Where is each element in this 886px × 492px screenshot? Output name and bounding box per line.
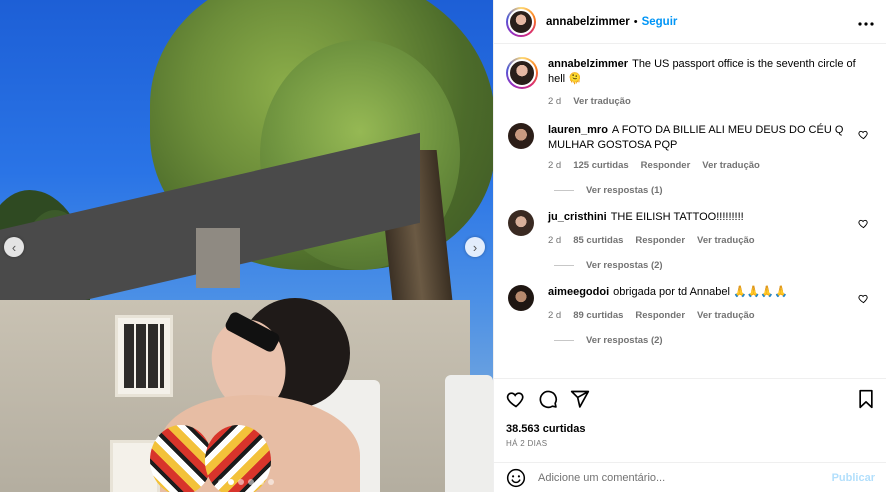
reply-button[interactable]: Responder [641,160,691,171]
carousel-indicator [218,479,274,485]
chevron-left-icon: ‹ [11,239,17,255]
caption-username[interactable]: annabelzimmer [548,58,628,70]
comment-username[interactable]: ju_cristhini [548,211,607,223]
publish-button[interactable]: Publicar [832,472,875,484]
comment-username[interactable]: aimeegodoi [548,286,609,298]
caption-avatar[interactable] [506,57,538,89]
replies-divider [554,265,574,266]
comment-text-block: aimeegodoi obrigada por td Annabel 🙏🙏🙏🙏 [548,285,858,300]
translate-button[interactable]: Ver tradução [702,160,760,171]
carousel-dot [238,479,244,485]
caption: annabelzimmer The US passport office is t… [506,57,875,107]
translate-button[interactable]: Ver tradução [697,310,755,321]
caption-translate-button[interactable]: Ver tradução [573,96,631,107]
caption-text-block: annabelzimmer The US passport office is t… [548,57,858,87]
comments-list[interactable]: annabelzimmer The US passport office is t… [494,45,886,377]
commenter-avatar[interactable] [508,123,534,149]
carousel-dot [218,479,224,485]
comment-age: 2 d [548,235,562,246]
comment-input[interactable] [538,471,832,484]
photo-chair-2 [445,375,493,492]
comment-likes[interactable]: 89 curtidas [573,310,623,321]
carousel-dot [258,479,264,485]
comment-age: 2 d [548,310,562,321]
translate-button[interactable]: Ver tradução [697,235,755,246]
comment-item: ju_cristhini THE EILISH TATTOO!!!!!!!!! 2… [506,210,875,271]
comment-text: obrigada por td Annabel 🙏🙏🙏🙏 [613,286,788,298]
comment-text-block: lauren_mro A FOTO DA BILLIE ALI MEU DEUS … [548,123,858,153]
more-horizontal-icon[interactable] [858,13,874,31]
separator-dot: • [633,15,638,28]
carousel-dot [248,479,254,485]
view-replies-label: Ver respostas (1) [586,185,663,196]
commenter-avatar[interactable] [508,285,534,311]
carousel-dot-active [228,479,234,485]
replies-divider [554,190,574,191]
comment-likes[interactable]: 125 curtidas [573,160,628,171]
emoji-icon[interactable] [506,468,526,488]
comment-username[interactable]: lauren_mro [548,124,608,136]
like-heart-icon[interactable] [506,389,526,409]
follow-button[interactable]: Seguir [642,16,678,28]
post-photo[interactable]: ‹ › [0,0,493,492]
view-replies-button[interactable]: Ver respostas (2) [554,335,858,346]
comment-age: 2 d [548,160,562,171]
photo-bikini-left [150,425,212,492]
post-timestamp: HÁ 2 DIAS [506,439,548,448]
replies-divider [554,340,574,341]
heart-icon[interactable] [858,129,869,140]
caption-age: 2 d [548,96,562,107]
save-bookmark-icon[interactable] [857,389,875,409]
chevron-right-icon: › [472,239,478,255]
view-replies-label: Ver respostas (2) [586,335,663,346]
carousel-prev-button[interactable]: ‹ [4,237,24,257]
comment-item: aimeegodoi obrigada por td Annabel 🙏🙏🙏🙏 2… [506,285,875,346]
view-replies-button[interactable]: Ver respostas (2) [554,260,858,271]
reply-button[interactable]: Responder [635,235,685,246]
comment-item: lauren_mro A FOTO DA BILLIE ALI MEU DEUS … [506,123,875,196]
photo-chimney [196,228,240,288]
view-replies-button[interactable]: Ver respostas (1) [554,185,858,196]
share-paper-plane-icon[interactable] [570,389,590,409]
comment-likes[interactable]: 85 curtidas [573,235,623,246]
comment-text-block: ju_cristhini THE EILISH TATTOO!!!!!!!!! [548,210,858,225]
view-replies-label: Ver respostas (2) [586,260,663,271]
carousel-dot [268,479,274,485]
author-avatar[interactable] [506,6,536,37]
photo-window [115,315,173,397]
heart-icon[interactable] [858,293,869,304]
commenter-avatar[interactable] [508,210,534,236]
comment-bubble-icon[interactable] [538,389,558,409]
comment-text: THE EILISH TATTOO!!!!!!!!! [610,211,744,223]
post-header: annabelzimmer • Seguir [494,0,886,44]
add-comment-bar: Publicar [494,462,886,492]
post-sidebar: annabelzimmer • Seguir annabelzimmer The … [493,0,886,492]
heart-icon[interactable] [858,218,869,229]
post-actions: 38.563 curtidas HÁ 2 DIAS [494,378,886,448]
author-username[interactable]: annabelzimmer [546,16,630,28]
post-likes-count[interactable]: 38.563 curtidas [506,423,875,435]
reply-button[interactable]: Responder [635,310,685,321]
carousel-next-button[interactable]: › [465,237,485,257]
